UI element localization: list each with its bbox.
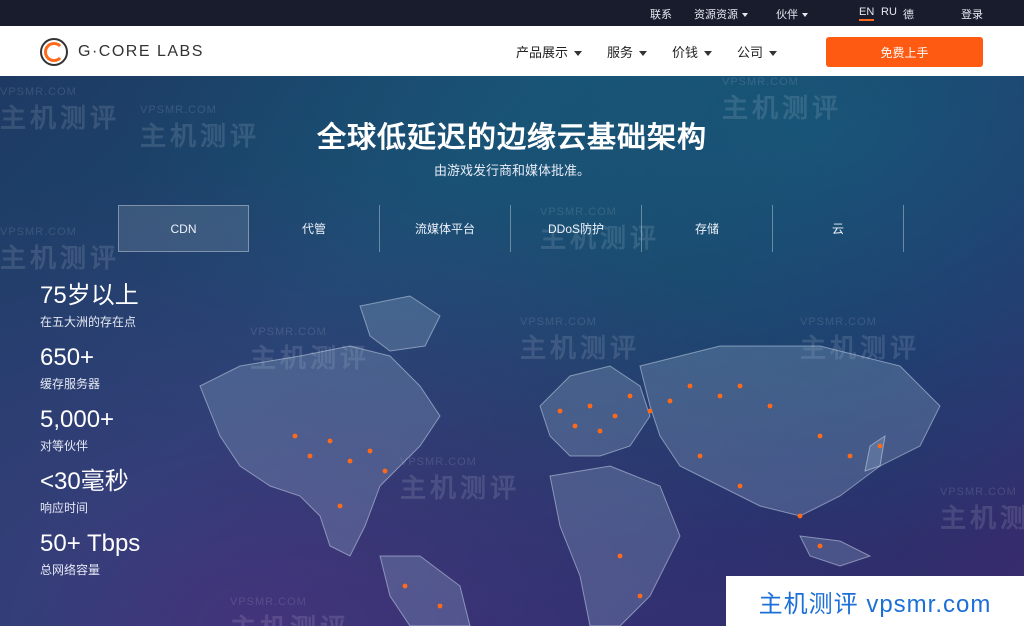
map-greenland — [359, 295, 441, 352]
nav-pricing[interactable]: 价钱 — [672, 42, 713, 61]
map-dot — [367, 448, 373, 454]
logo-icon — [40, 38, 68, 66]
map-dot — [572, 423, 578, 429]
map-dot — [667, 398, 673, 404]
stat-value: 650+ — [40, 344, 95, 371]
watermark-badge: 主机测评 vpsmr.com — [726, 576, 1024, 626]
chevron-down-icon — [639, 51, 648, 57]
tab-cdn[interactable]: CDN — [118, 205, 249, 252]
partners-menu[interactable]: 伙伴 — [776, 6, 808, 22]
map-dot — [557, 408, 563, 414]
logo[interactable]: G·CORE LABS — [40, 38, 204, 66]
nav-products-label: 产品展示 — [516, 45, 569, 60]
contact-link[interactable]: 联系 — [650, 6, 672, 22]
map-dot — [817, 543, 823, 549]
stat-item: 5,000+ 对等伙伴 — [40, 405, 140, 454]
stat-label: 对等伙伴 — [40, 439, 89, 453]
chevron-down-icon — [704, 51, 713, 57]
nav-services-label: 服务 — [607, 45, 634, 60]
main-navbar: G·CORE LABS 产品展示 服务 价钱 公司 免费上手 — [0, 26, 1024, 76]
nav-company-label: 公司 — [737, 45, 764, 60]
map-dot — [597, 428, 603, 434]
map-dot — [327, 438, 333, 444]
map-dot — [697, 453, 703, 459]
stat-item: 650+ 缓存服务器 — [40, 343, 140, 392]
world-map — [199, 295, 941, 626]
nav-services[interactable]: 服务 — [607, 42, 648, 61]
chevron-down-icon — [574, 51, 583, 57]
map-dot — [797, 513, 803, 519]
map-dot — [767, 403, 773, 409]
map-europe — [539, 365, 651, 457]
map-dot — [687, 383, 693, 389]
nav-company[interactable]: 公司 — [737, 42, 778, 61]
tab-storage[interactable]: 存储 — [642, 205, 773, 252]
stats-list: 75岁以上 在五大洲的存在点 650+ 缓存服务器 5,000+ 对等伙伴 <3… — [40, 281, 140, 591]
partners-label: 伙伴 — [776, 9, 798, 21]
stat-item: <30毫秒 响应时间 — [40, 467, 140, 516]
stat-value: <30毫秒 — [40, 468, 129, 495]
stat-label: 响应时间 — [40, 501, 89, 515]
map-asia — [639, 345, 941, 517]
map-dot — [647, 408, 653, 414]
map-dot — [737, 483, 743, 489]
stat-value: 50+ Tbps — [40, 530, 141, 557]
map-dot — [847, 453, 853, 459]
tab-hosting[interactable]: 代管 — [249, 205, 380, 252]
stat-item: 50+ Tbps 总网络容量 — [40, 529, 140, 578]
map-dot — [587, 403, 593, 409]
map-se-asia — [799, 535, 872, 567]
map-dot — [627, 393, 633, 399]
map-dot — [612, 413, 618, 419]
logo-text: G·CORE LABS — [78, 43, 204, 60]
map-dot — [817, 433, 823, 439]
chevron-down-icon — [769, 51, 778, 57]
chevron-down-icon — [802, 13, 808, 18]
lang-ru[interactable]: RU — [881, 6, 897, 18]
lang-de[interactable]: 德 — [903, 6, 914, 22]
map-dot — [307, 453, 313, 459]
map-dot — [637, 593, 643, 599]
map-dot — [617, 553, 623, 559]
hero-title: 全球低延迟的边缘云基础架构 — [316, 122, 707, 154]
map-africa — [549, 465, 681, 626]
tab-ddos[interactable]: DDoS防护 — [511, 205, 642, 252]
map-south-america — [379, 555, 471, 626]
map-dot — [382, 468, 388, 474]
lang-en[interactable]: EN — [859, 6, 875, 21]
top-utility-bar: 联系 资源资源 伙伴 EN RU 德 登录 — [0, 0, 1024, 26]
stat-label: 总网络容量 — [40, 563, 101, 577]
hero-section: VPSMR.COM主机测评 VPSMR.COM主机测评 VPSMR.COM主机测… — [0, 76, 1024, 626]
resources-menu[interactable]: 资源资源 — [694, 6, 748, 22]
stat-value: 75岁以上 — [40, 282, 139, 309]
map-dot — [292, 433, 298, 439]
map-north-america — [199, 345, 441, 557]
nav-pricing-label: 价钱 — [672, 45, 699, 60]
map-dot — [347, 458, 353, 464]
map-dot — [337, 503, 343, 509]
map-dot — [877, 443, 883, 449]
map-dot — [437, 603, 443, 609]
login-link[interactable]: 登录 — [961, 6, 983, 22]
resources-label: 资源资源 — [694, 9, 738, 21]
stat-label: 缓存服务器 — [40, 377, 101, 391]
map-dot — [737, 383, 743, 389]
product-tabs: CDN 代管 流媒体平台 DDoS防护 存储 云 — [118, 205, 904, 252]
stat-label: 在五大洲的存在点 — [40, 315, 137, 329]
map-dot — [402, 583, 408, 589]
chevron-down-icon — [742, 13, 748, 18]
map-dot — [717, 393, 723, 399]
nav-products[interactable]: 产品展示 — [516, 42, 583, 61]
tab-streaming[interactable]: 流媒体平台 — [380, 205, 511, 252]
tab-cloud[interactable]: 云 — [773, 205, 904, 252]
stat-item: 75岁以上 在五大洲的存在点 — [40, 281, 140, 330]
free-start-button[interactable]: 免费上手 — [826, 37, 983, 67]
stat-value: 5,000+ — [40, 406, 115, 433]
hero-subtitle: 由游戏发行商和媒体批准。 — [433, 163, 590, 178]
